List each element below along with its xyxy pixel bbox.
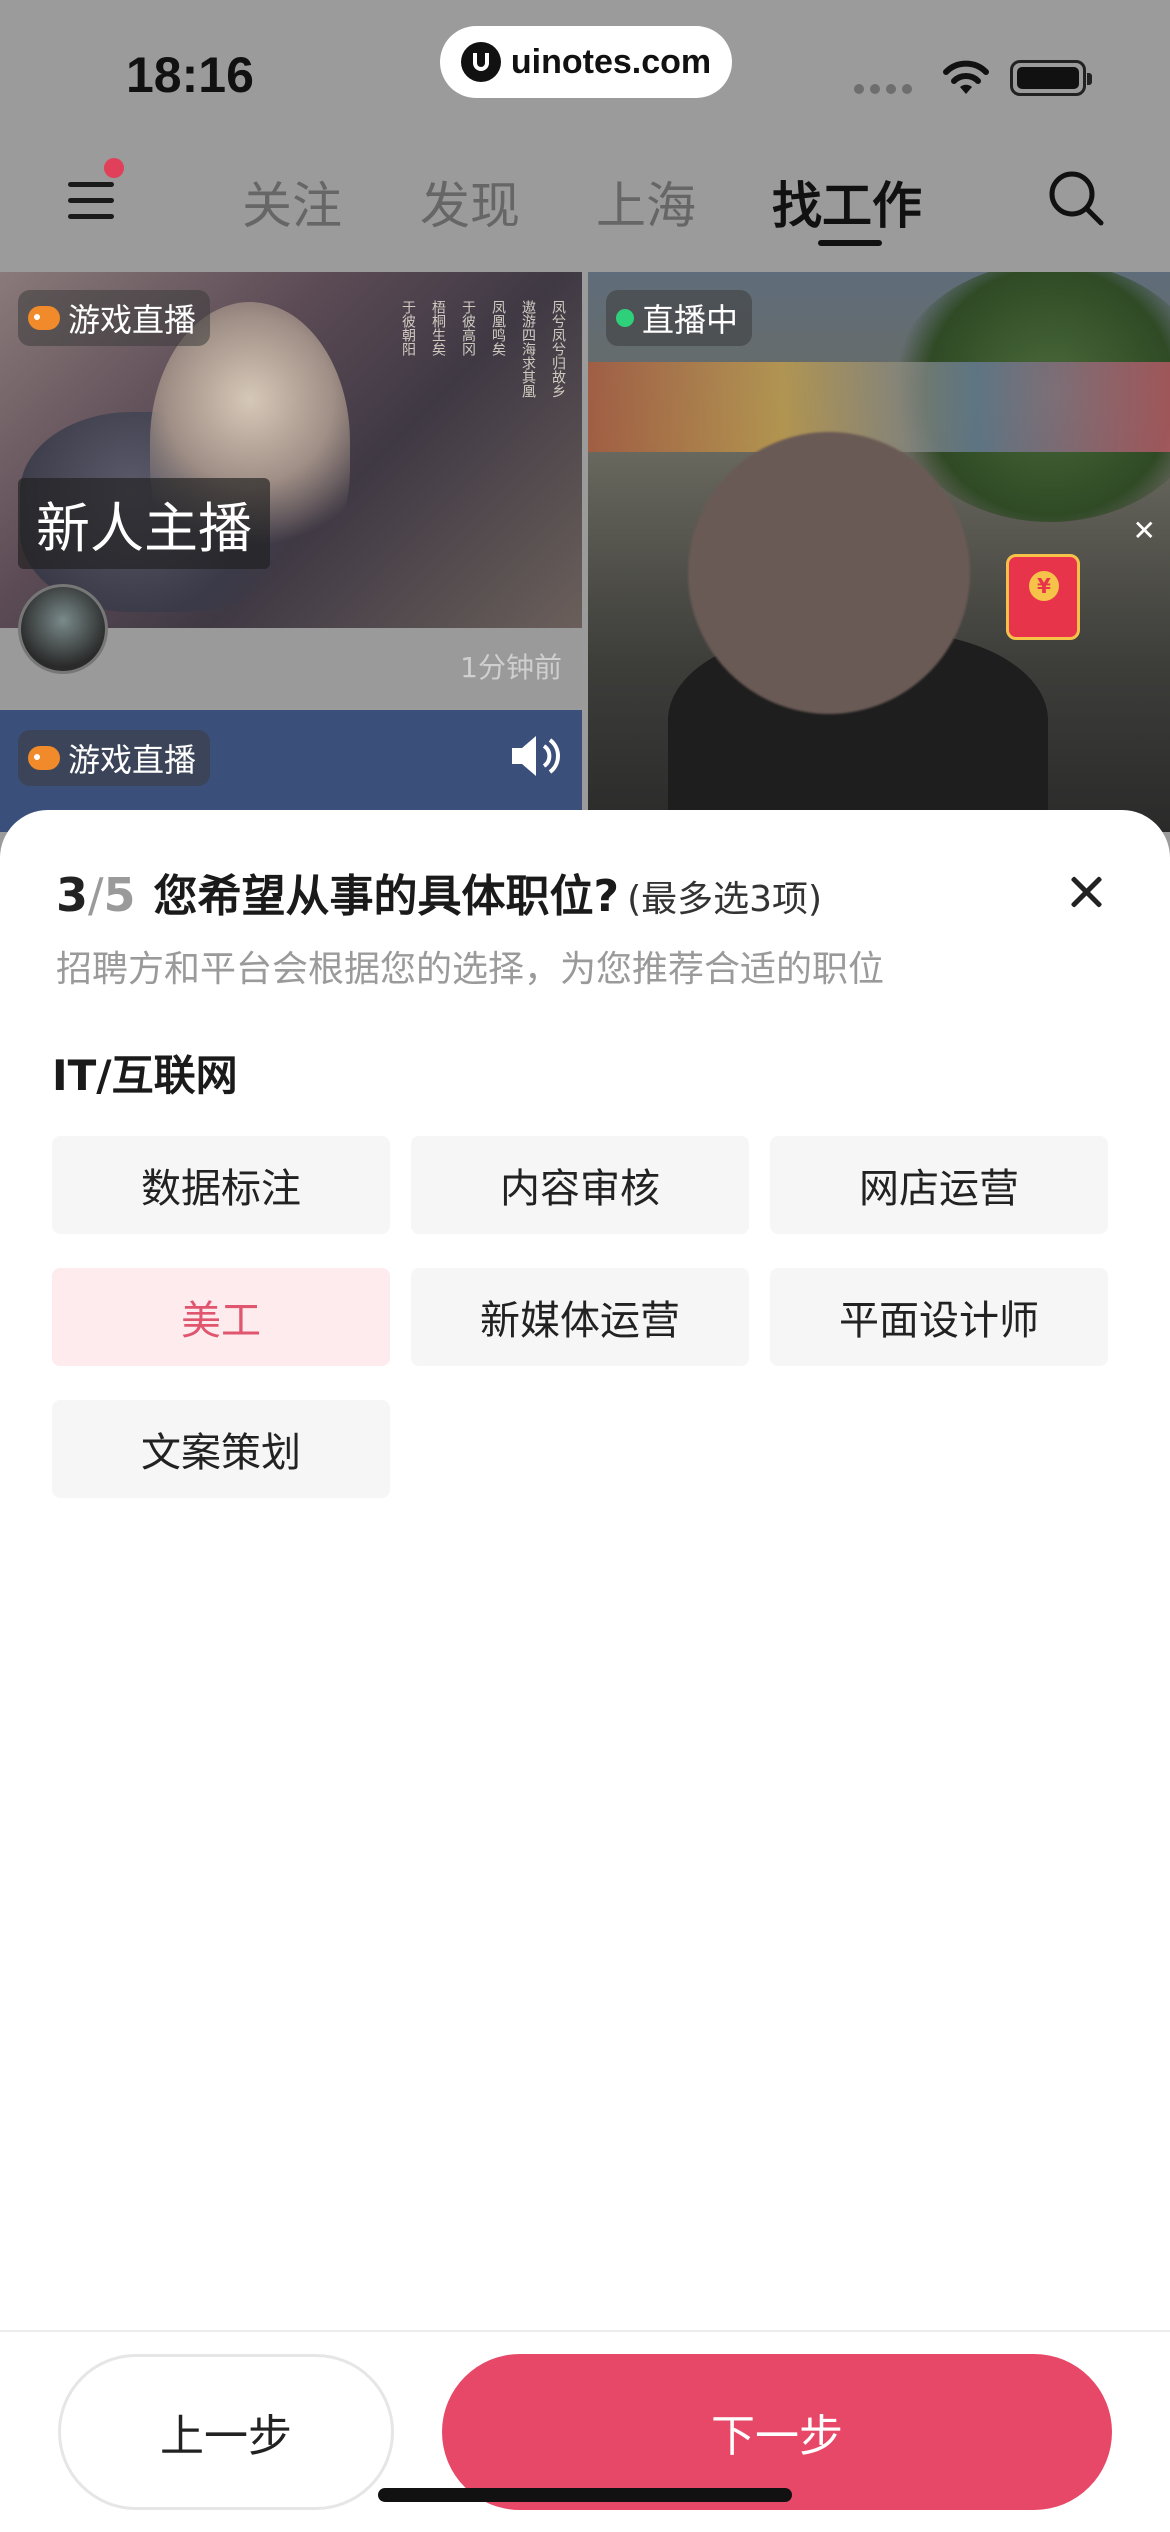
footer-divider — [0, 2330, 1170, 2332]
tab-discover[interactable]: 发现 — [420, 166, 520, 238]
option-data-labeling[interactable]: 数据标注 — [52, 1136, 390, 1234]
step-current: 3 — [56, 868, 89, 922]
step-separator: / — [88, 868, 104, 922]
tab-find-job[interactable]: 找工作 — [772, 166, 922, 238]
active-tab-underline — [818, 240, 882, 246]
question-title: 3/5 您希望从事的具体职位? (最多选3项) — [56, 860, 822, 924]
tab-follow[interactable]: 关注 — [242, 166, 342, 238]
speaker-icon[interactable] — [508, 734, 562, 778]
home-indicator[interactable] — [378, 2488, 792, 2502]
video-feed: 凤兮凤兮归故乡 遨游四海求其凰 凤凰鸣矣 于彼高冈 梧桐生矣 于彼朝阳 游戏直播… — [0, 272, 1170, 832]
step-total: 5 — [103, 868, 136, 922]
poem-line: 梧桐生矣 — [430, 300, 446, 356]
top-nav: 关注 发现 上海 找工作 — [0, 140, 1170, 270]
game-live-tag-2: 游戏直播 — [18, 730, 211, 786]
wifi-icon — [943, 60, 989, 94]
search-icon[interactable] — [1046, 168, 1106, 228]
close-icon[interactable]: ✕ — [1133, 514, 1156, 547]
poem-line: 于彼朝阳 — [400, 300, 416, 356]
poem-line: 遨游四海求其凰 — [520, 300, 536, 398]
card-time-ago: 1分钟前 — [460, 651, 562, 684]
status-time: 18:16 — [126, 47, 254, 103]
game-live-label-2: 游戏直播 — [68, 741, 197, 779]
option-online-store-ops[interactable]: 网店运营 — [770, 1136, 1108, 1234]
site-badge: uinotes.com — [440, 26, 732, 98]
battery-icon — [1010, 60, 1092, 96]
game-live-tag: 游戏直播 — [18, 290, 211, 346]
card-scene-shops — [588, 362, 1170, 452]
red-packet-icon[interactable] — [1006, 554, 1080, 640]
card-poem: 凤兮凤兮归故乡 遨游四海求其凰 凤凰鸣矣 于彼高冈 梧桐生矣 于彼朝阳 — [398, 300, 568, 398]
step-indicator: 3/5 — [56, 868, 136, 922]
site-name: uinotes.com — [510, 42, 712, 81]
menu-icon[interactable] — [64, 176, 120, 226]
close-sheet-icon[interactable] — [1062, 868, 1110, 916]
option-content-review[interactable]: 内容审核 — [411, 1136, 749, 1234]
tab-city[interactable]: 上海 — [596, 166, 696, 238]
gamepad-icon — [28, 306, 60, 330]
live-now-label: 直播中 — [642, 301, 739, 339]
cellular-signal-icon — [854, 84, 912, 94]
streamer-avatar[interactable] — [18, 584, 108, 674]
question-hint: (最多选3项) — [627, 879, 823, 920]
notification-dot — [104, 158, 124, 178]
feed-card-game-live[interactable]: 凤兮凤兮归故乡 遨游四海求其凰 凤凰鸣矣 于彼高冈 梧桐生矣 于彼朝阳 游戏直播… — [0, 272, 582, 628]
previous-step-button[interactable]: 上一步 — [58, 2354, 394, 2510]
live-now-tag: 直播中 — [606, 290, 753, 346]
category-heading: IT/互联网 — [52, 1051, 238, 1100]
blurred-face — [688, 432, 970, 714]
option-new-media-ops[interactable]: 新媒体运营 — [411, 1268, 749, 1366]
option-graphic-designer[interactable]: 平面设计师 — [770, 1268, 1108, 1366]
newbie-streamer-banner: 新人主播 — [18, 478, 270, 569]
gamepad-icon — [28, 746, 60, 770]
poem-line: 凤凰鸣矣 — [490, 300, 506, 356]
question-text: 您希望从事的具体职位? — [153, 871, 620, 922]
poem-line: 凤兮凤兮归故乡 — [550, 300, 566, 398]
poem-line: 于彼高冈 — [460, 300, 476, 356]
live-dot-icon — [616, 309, 634, 327]
status-bar: 18:16 uinotes.com — [0, 0, 1170, 140]
next-step-button[interactable]: 下一步 — [442, 2354, 1112, 2510]
option-copywriting[interactable]: 文案策划 — [52, 1400, 390, 1498]
site-logo-icon — [460, 42, 501, 82]
game-live-label: 游戏直播 — [68, 301, 197, 339]
question-subtitle: 招聘方和平台会根据您的选择，为您推荐合适的职位 — [56, 949, 885, 990]
option-artist[interactable]: 美工 — [52, 1268, 390, 1366]
feed-card-live[interactable]: 直播中 ✕ — [588, 272, 1170, 832]
job-preference-sheet: 3/5 您希望从事的具体职位? (最多选3项) 招聘方和平台会根据您的选择，为您… — [0, 810, 1170, 2532]
